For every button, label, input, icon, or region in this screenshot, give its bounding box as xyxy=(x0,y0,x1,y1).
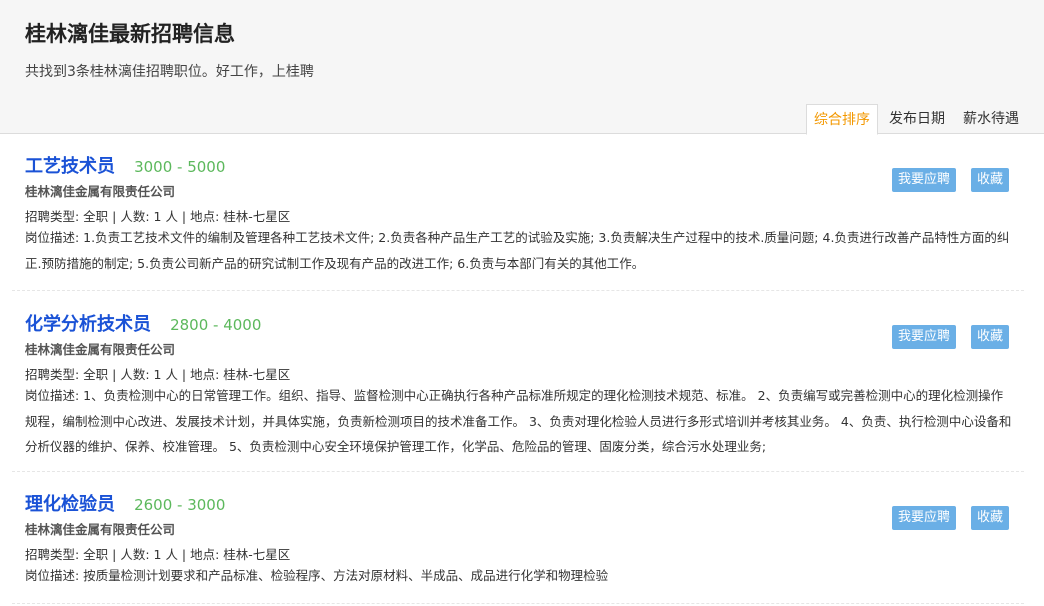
job-info: 招聘类型: 全职 | 人数: 1 人 | 地点: 桂林-七星区 xyxy=(25,209,291,224)
job-company: 桂林漓佳金属有限责任公司 xyxy=(25,342,176,357)
job-description: 岗位描述: 1.负责工艺技术文件的编制及管理各种工艺技术文件; 2.负责各种产品… xyxy=(25,230,1010,271)
favorite-button[interactable]: 收藏 xyxy=(971,506,1009,530)
job-info: 招聘类型: 全职 | 人数: 1 人 | 地点: 桂林-七星区 xyxy=(25,367,291,382)
job-company: 桂林漓佳金属有限责任公司 xyxy=(25,184,176,199)
apply-button[interactable]: 我要应聘 xyxy=(892,168,956,192)
job-title-link[interactable]: 理化检验员 xyxy=(25,494,115,515)
results-summary: 共找到3条桂林漓佳招聘职位。好工作，上桂聘 xyxy=(25,64,314,80)
job-salary: 2600 - 3000 xyxy=(134,496,226,514)
tab-sort-date[interactable]: 发布日期 xyxy=(882,104,952,135)
page-title: 桂林漓佳最新招聘信息 xyxy=(25,22,235,46)
job-description: 岗位描述: 1、负责检测中心的日常管理工作。组织、指导、监督检测中心正确执行各种… xyxy=(25,388,1012,454)
job-salary: 3000 - 5000 xyxy=(134,158,226,176)
job-listing: 理化检验员 2600 - 3000 桂林漓佳金属有限责任公司 招聘类型: 全职 … xyxy=(12,490,1024,604)
apply-button[interactable]: 我要应聘 xyxy=(892,506,956,530)
tab-sort-salary[interactable]: 薪水待遇 xyxy=(956,104,1026,135)
job-title-link[interactable]: 工艺技术员 xyxy=(25,156,115,177)
job-description: 岗位描述: 按质量检测计划要求和产品标准、检验程序、方法对原材料、半成品、成品进… xyxy=(25,568,609,583)
favorite-button[interactable]: 收藏 xyxy=(971,325,1009,349)
favorite-button[interactable]: 收藏 xyxy=(971,168,1009,192)
tab-sort-default[interactable]: 综合排序 xyxy=(806,104,878,135)
job-listing: 化学分析技术员 2800 - 4000 桂林漓佳金属有限责任公司 招聘类型: 全… xyxy=(12,310,1024,472)
job-title-link[interactable]: 化学分析技术员 xyxy=(25,314,151,335)
sort-tabs: 综合排序 发布日期 薪水待遇 xyxy=(802,104,1026,135)
job-info: 招聘类型: 全职 | 人数: 1 人 | 地点: 桂林-七星区 xyxy=(25,547,291,562)
apply-button[interactable]: 我要应聘 xyxy=(892,325,956,349)
job-company: 桂林漓佳金属有限责任公司 xyxy=(25,522,176,537)
job-salary: 2800 - 4000 xyxy=(170,316,262,334)
page-header: 桂林漓佳最新招聘信息 共找到3条桂林漓佳招聘职位。好工作，上桂聘 综合排序 发布… xyxy=(0,0,1044,135)
job-listing: 工艺技术员 3000 - 5000 桂林漓佳金属有限责任公司 招聘类型: 全职 … xyxy=(12,152,1024,291)
